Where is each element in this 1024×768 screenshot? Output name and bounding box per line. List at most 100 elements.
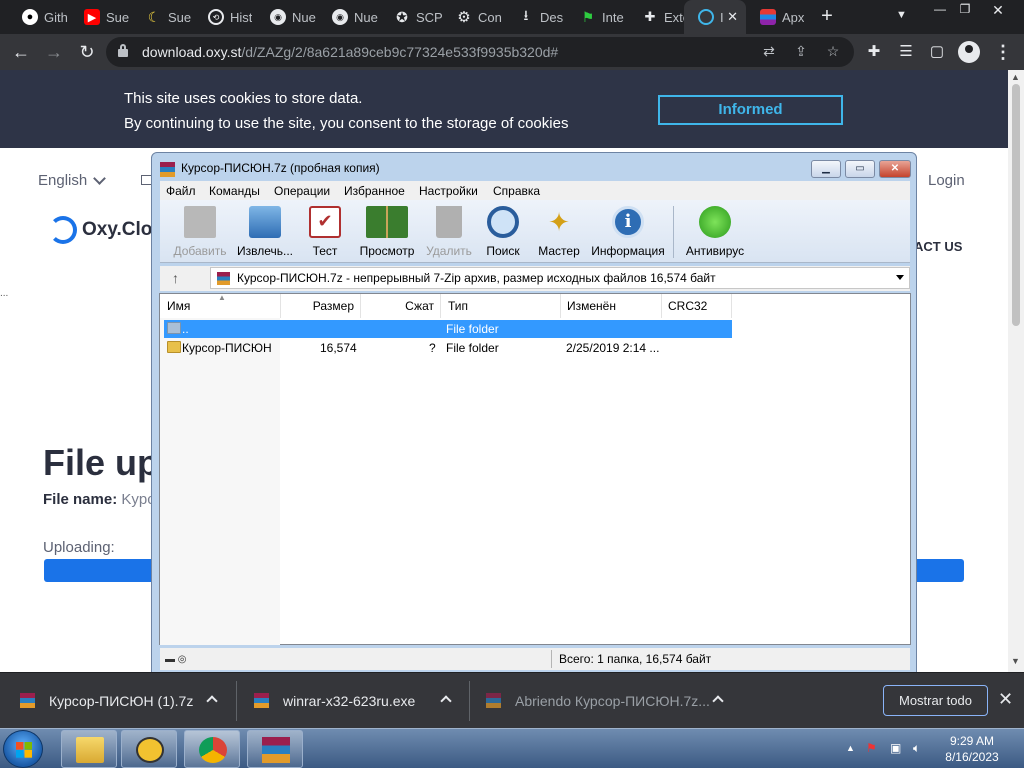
address-bar[interactable]: download.oxy.st/d/ZAZg/2/8a621a89ceb9c77… [106, 37, 854, 67]
nav-contact-us[interactable]: ACT US [914, 239, 962, 254]
test-button[interactable]: ✔ Тест [300, 202, 350, 260]
close-tab-icon[interactable]: ✕ [727, 9, 738, 25]
start-button[interactable] [3, 730, 43, 768]
extract-label: Извлечь... [236, 244, 293, 258]
info-button[interactable]: i Информация [588, 202, 668, 260]
row-size: 16,574 [320, 341, 357, 355]
chevron-up-icon[interactable] [440, 695, 452, 707]
scrollbar-thumb[interactable] [1012, 84, 1020, 326]
cookie-line-2: By continuing to use the site, you conse… [124, 115, 569, 132]
menu-favorites[interactable]: Избранное [344, 184, 405, 198]
scroll-up-arrow-icon[interactable]: ▲ [1011, 72, 1020, 82]
path-dropdown-icon[interactable] [896, 275, 904, 280]
tab-youtube[interactable]: ▶ Sue [70, 0, 132, 34]
tab-search-chevron-icon[interactable]: ▼ [896, 9, 907, 21]
name-column-background [160, 318, 280, 645]
extensions-puzzle-icon[interactable]: ✚ [864, 42, 884, 62]
oxy-logo-icon[interactable] [49, 216, 77, 244]
archive-path-field[interactable]: Курсор-ПИСЮН.7z - непрерывный 7-Zip архи… [210, 267, 910, 289]
menu-commands[interactable]: Команды [209, 184, 260, 198]
menu-help[interactable]: Справка [493, 184, 540, 198]
table-row[interactable]: Курсор-ПИСЮН 16,574 ? File folder 2/25/2… [164, 339, 732, 357]
tab-label: Apx [782, 9, 805, 25]
back-button[interactable]: ← [10, 41, 32, 63]
column-header-modified[interactable]: Изменён [561, 294, 662, 318]
taskbar-chrome[interactable] [184, 730, 240, 768]
side-panel-icon[interactable]: ▢ [927, 42, 947, 62]
archive-icon [217, 272, 230, 285]
forward-button[interactable]: → [43, 41, 65, 63]
cookie-line-1: This site uses cookies to store data. [124, 90, 363, 107]
column-header-size[interactable]: Размер [281, 294, 361, 318]
tab-nue-2[interactable]: ◉ Nue [318, 0, 380, 34]
tab-history[interactable]: ⟲ Hist [194, 0, 256, 34]
drive-key-icons[interactable]: ▬ ◎ [165, 654, 187, 665]
cookie-informed-button[interactable]: Informed [658, 95, 843, 125]
download-item-2[interactable]: winrar-x32-623ru.exe [234, 673, 470, 729]
tab-scp[interactable]: ✪ SCP [380, 0, 442, 34]
winrar-icon [160, 162, 175, 177]
action-center-flag-icon[interactable]: ⚑ [866, 741, 877, 755]
taskbar-winrar[interactable] [247, 730, 303, 768]
tab-apx[interactable]: Apx [746, 0, 808, 34]
file-list[interactable]: Имя ▲ Размер Сжат Тип Изменён CRC32 .. F… [159, 293, 911, 645]
view-button[interactable]: Просмотр [354, 202, 420, 260]
menu-operations[interactable]: Операции [274, 184, 330, 198]
column-header-type[interactable]: Тип [441, 294, 561, 318]
tab-banana[interactable]: ☾ Sue [132, 0, 194, 34]
menu-file[interactable]: Файл [166, 184, 196, 198]
winrar-maximize-button[interactable]: ▭ [845, 160, 875, 178]
system-clock[interactable]: 9:29 AM 8/16/2023 [930, 733, 1014, 765]
column-header-crc32[interactable]: CRC32 [662, 294, 732, 318]
share-icon[interactable]: ⇪ [792, 43, 810, 61]
window-restore-button[interactable]: ❐ [950, 2, 980, 18]
translate-icon[interactable]: ⇄ [760, 43, 778, 61]
bookmark-star-icon[interactable]: ☆ [824, 43, 842, 61]
tab-extensions[interactable]: ✚ Exte [628, 0, 690, 34]
up-folder-arrow-icon[interactable]: ↑ [172, 270, 179, 286]
new-tab-button[interactable]: + [816, 6, 838, 28]
find-button[interactable]: Поиск [478, 202, 528, 260]
close-shelf-icon[interactable]: ✕ [998, 689, 1013, 710]
taskbar-chat[interactable] [121, 730, 177, 768]
download-item-1[interactable]: Курсор-ПИСЮН (1).7z [0, 673, 236, 729]
taskbar-explorer[interactable] [61, 730, 117, 768]
page-scrollbar[interactable]: ▲ ▼ [1008, 70, 1024, 672]
reload-button[interactable]: ↻ [76, 41, 98, 63]
antivirus-button[interactable]: Антивирус [680, 202, 750, 260]
show-hidden-icons-arrow-icon[interactable]: ▲ [846, 743, 855, 753]
tab-oxy-active[interactable]: I ✕ [684, 0, 746, 34]
login-link[interactable]: Login [928, 172, 965, 189]
download-item-3[interactable]: Abriendo Курсор-ПИСЮН.7z... [466, 673, 736, 729]
table-row[interactable]: .. File folder [164, 320, 732, 338]
lock-icon[interactable] [118, 44, 128, 57]
language-selector[interactable]: English [38, 172, 87, 189]
network-icon[interactable]: ▣ [890, 741, 901, 755]
profile-avatar[interactable] [958, 41, 980, 63]
chevron-up-icon[interactable] [712, 695, 724, 707]
menu-options[interactable]: Настройки [419, 184, 478, 198]
tab-settings[interactable]: ⚙ Con [442, 0, 504, 34]
reading-list-icon[interactable]: ☰ [896, 42, 916, 62]
chevron-down-icon[interactable] [93, 172, 106, 185]
scroll-down-arrow-icon[interactable]: ▼ [1011, 656, 1020, 666]
volume-icon[interactable]: 🔈︎ [913, 741, 920, 756]
chrome-menu-icon[interactable]: ⋮ [994, 42, 1012, 63]
add-button[interactable]: Добавить [165, 202, 235, 260]
window-close-button[interactable]: ✕ [983, 2, 1013, 18]
winrar-minimize-button[interactable]: ▁ [811, 160, 841, 178]
cookie-banner: This site uses cookies to store data. By… [0, 70, 1008, 148]
column-header-packed[interactable]: Сжат [361, 294, 441, 318]
tab-nue-1[interactable]: ◉ Nue [256, 0, 318, 34]
winrar-close-button[interactable]: ✕ [879, 160, 911, 178]
tab-inte[interactable]: ⚑ Inte [566, 0, 628, 34]
chevron-up-icon[interactable] [206, 695, 218, 707]
delete-button[interactable]: Удалить [418, 202, 480, 260]
extract-button[interactable]: Извлечь... [232, 202, 298, 260]
column-header-name[interactable]: Имя ▲ [160, 293, 281, 318]
rar-file-icon [254, 693, 269, 708]
wizard-button[interactable]: ✦ Мастер [532, 202, 586, 260]
tab-downloads[interactable]: ⭳ Des [504, 0, 566, 34]
show-all-downloads-button[interactable]: Mostrar todo [883, 685, 988, 716]
tab-github[interactable]: ● Gith [8, 0, 70, 34]
